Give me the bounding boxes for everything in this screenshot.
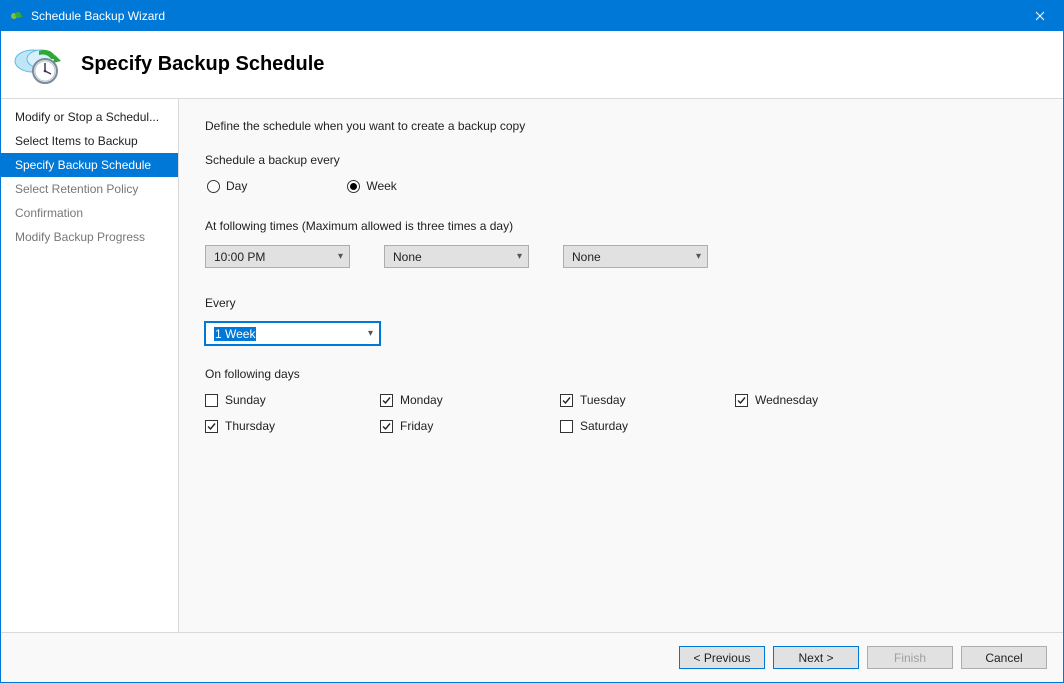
sidebar-step-modify-stop[interactable]: Modify or Stop a Schedul... bbox=[1, 105, 178, 129]
wizard-window: Schedule Backup Wizard Specify Backup Sc… bbox=[0, 0, 1064, 683]
checkbox-saturday-box bbox=[560, 420, 573, 433]
checkbox-wednesday-label: Wednesday bbox=[755, 393, 818, 407]
every-select[interactable]: 1 Week ▾ bbox=[205, 322, 380, 345]
checkbox-wednesday-box bbox=[735, 394, 748, 407]
chevron-down-icon: ▾ bbox=[517, 251, 522, 262]
radio-day[interactable]: Day bbox=[207, 179, 247, 193]
time-select-1[interactable]: 10:00 PM ▾ bbox=[205, 245, 350, 268]
close-icon bbox=[1035, 11, 1045, 21]
time-select-3-value: None bbox=[572, 250, 601, 264]
checkbox-sunday[interactable]: Sunday bbox=[205, 393, 380, 407]
chevron-down-icon: ▾ bbox=[368, 328, 373, 339]
time-select-2-value: None bbox=[393, 250, 422, 264]
schedule-frequency-radios: Day Week bbox=[207, 179, 1037, 193]
radio-day-indicator bbox=[207, 180, 220, 193]
schedule-every-label: Schedule a backup every bbox=[205, 153, 1037, 167]
times-row: 10:00 PM ▾ None ▾ None ▾ bbox=[205, 245, 1037, 268]
radio-week-indicator bbox=[347, 180, 360, 193]
checkbox-sunday-label: Sunday bbox=[225, 393, 266, 407]
checkbox-friday[interactable]: Friday bbox=[380, 419, 560, 433]
checkbox-saturday[interactable]: Saturday bbox=[560, 419, 735, 433]
window-title: Schedule Backup Wizard bbox=[31, 9, 1017, 23]
checkbox-monday[interactable]: Monday bbox=[380, 393, 560, 407]
time-select-2[interactable]: None ▾ bbox=[384, 245, 529, 268]
days-grid: Sunday Monday Tuesday Wednesday Thursday bbox=[205, 393, 1037, 433]
sidebar-step-confirmation: Confirmation bbox=[1, 201, 178, 225]
checkbox-tuesday[interactable]: Tuesday bbox=[560, 393, 735, 407]
checkbox-tuesday-box bbox=[560, 394, 573, 407]
chevron-down-icon: ▾ bbox=[696, 251, 701, 262]
wizard-header-icon bbox=[7, 41, 71, 89]
wizard-content: Define the schedule when you want to cre… bbox=[179, 99, 1063, 632]
checkbox-friday-label: Friday bbox=[400, 419, 433, 433]
titlebar: Schedule Backup Wizard bbox=[1, 1, 1063, 31]
checkbox-sunday-box bbox=[205, 394, 218, 407]
app-icon bbox=[9, 8, 25, 24]
sidebar-step-retention-policy: Select Retention Policy bbox=[1, 177, 178, 201]
radio-day-label: Day bbox=[226, 179, 247, 193]
checkbox-wednesday[interactable]: Wednesday bbox=[735, 393, 910, 407]
wizard-header: Specify Backup Schedule bbox=[1, 31, 1063, 99]
every-select-value: 1 Week bbox=[214, 327, 256, 341]
chevron-down-icon: ▾ bbox=[338, 251, 343, 262]
wizard-body: Modify or Stop a Schedul... Select Items… bbox=[1, 99, 1063, 632]
wizard-steps-sidebar: Modify or Stop a Schedul... Select Items… bbox=[1, 99, 179, 632]
checkbox-friday-box bbox=[380, 420, 393, 433]
times-label: At following times (Maximum allowed is t… bbox=[205, 219, 1037, 233]
days-label: On following days bbox=[205, 367, 1037, 381]
time-select-1-value: 10:00 PM bbox=[214, 250, 265, 264]
close-button[interactable] bbox=[1017, 1, 1063, 31]
sidebar-step-specify-schedule[interactable]: Specify Backup Schedule bbox=[1, 153, 178, 177]
every-label: Every bbox=[205, 296, 1037, 310]
cancel-button[interactable]: Cancel bbox=[961, 646, 1047, 669]
wizard-footer: < Previous Next > Finish Cancel bbox=[1, 632, 1063, 682]
previous-button[interactable]: < Previous bbox=[679, 646, 765, 669]
finish-button: Finish bbox=[867, 646, 953, 669]
radio-week[interactable]: Week bbox=[347, 179, 396, 193]
checkbox-monday-label: Monday bbox=[400, 393, 443, 407]
checkbox-thursday-label: Thursday bbox=[225, 419, 275, 433]
next-button[interactable]: Next > bbox=[773, 646, 859, 669]
radio-week-label: Week bbox=[366, 179, 396, 193]
page-title: Specify Backup Schedule bbox=[81, 53, 324, 76]
checkbox-saturday-label: Saturday bbox=[580, 419, 628, 433]
checkbox-monday-box bbox=[380, 394, 393, 407]
instruction-text: Define the schedule when you want to cre… bbox=[205, 119, 1037, 133]
time-select-3[interactable]: None ▾ bbox=[563, 245, 708, 268]
checkbox-thursday[interactable]: Thursday bbox=[205, 419, 380, 433]
checkbox-tuesday-label: Tuesday bbox=[580, 393, 626, 407]
checkbox-thursday-box bbox=[205, 420, 218, 433]
sidebar-step-select-items[interactable]: Select Items to Backup bbox=[1, 129, 178, 153]
sidebar-step-modify-progress: Modify Backup Progress bbox=[1, 225, 178, 249]
